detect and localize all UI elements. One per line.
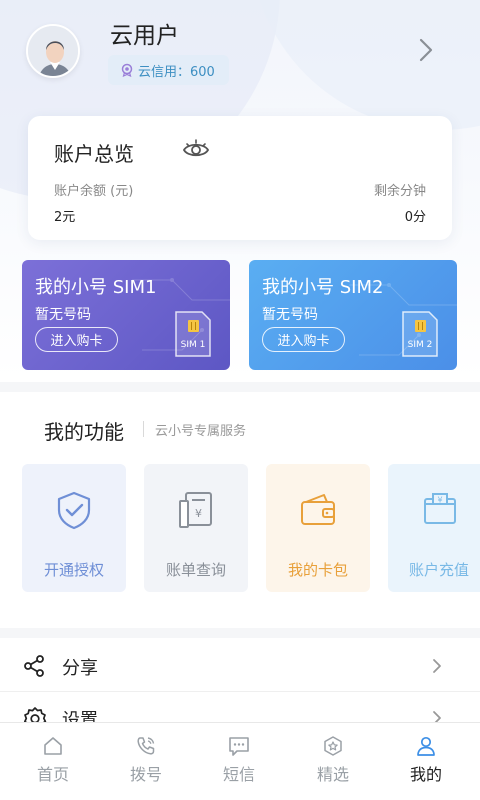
sim2-card[interactable]: 我的小号 SIM2 暂无号码 进入购卡 SIM 2	[249, 260, 457, 370]
profile-chevron-right-icon[interactable]	[418, 38, 434, 66]
svg-text:¥: ¥	[195, 507, 202, 520]
sim1-card[interactable]: 我的小号 SIM1 暂无号码 进入购卡 SIM 1	[22, 260, 230, 370]
chevron-right-icon	[432, 658, 442, 678]
message-icon	[191, 735, 287, 757]
tab-sms-label: 短信	[222, 765, 255, 784]
sim2-buy-button[interactable]: 进入购卡	[262, 327, 345, 352]
bottom-tab-bar: 首页 拨号 短信 精选 我的	[0, 722, 480, 800]
sim1-chip-icon: SIM 1	[174, 310, 212, 362]
recharge-icon: ¥	[388, 490, 480, 530]
shield-check-icon	[22, 490, 126, 530]
section-divider-2	[0, 628, 480, 638]
user-icon	[378, 735, 474, 757]
credit-text: 云信用：600	[138, 64, 215, 80]
function-wallet-label: 我的卡包	[287, 561, 348, 579]
tab-dial-label: 拨号	[129, 765, 162, 784]
sim1-chip-label: SIM 1	[180, 340, 206, 350]
star-badge-icon	[285, 735, 381, 757]
sim2-chip-icon: SIM 2	[401, 310, 439, 362]
sim2-chip-label: SIM 2	[407, 340, 433, 350]
section-divider	[0, 382, 480, 392]
tab-mine[interactable]: 我的	[378, 723, 474, 800]
tab-home[interactable]: 首页	[5, 723, 101, 800]
account-overview-card: 账户总览 账户余额 (元) 2元 剩余分钟 0分	[28, 116, 452, 240]
sim2-status: 暂无号码	[262, 307, 318, 323]
functions-subtitle: 云小号专属服务	[155, 424, 247, 439]
function-bill-label: 账单查询	[165, 561, 226, 579]
balance-label: 账户余额 (元)	[54, 184, 134, 199]
avatar[interactable]	[26, 24, 80, 78]
sim2-title: 我的小号 SIM2	[262, 277, 384, 298]
tab-featured-label: 精选	[316, 765, 349, 784]
overview-title: 账户总览	[54, 142, 134, 166]
tab-mine-label: 我的	[409, 765, 442, 784]
share-icon	[22, 654, 46, 682]
tab-home-label: 首页	[36, 765, 69, 784]
functions-title: 我的功能	[44, 420, 124, 444]
minutes-value: 0分	[404, 210, 426, 225]
menu-share-label: 分享	[62, 658, 98, 679]
balance-value: 2元	[54, 210, 76, 225]
menu-item-share[interactable]: 分享	[0, 640, 480, 692]
svg-text:¥: ¥	[437, 496, 442, 505]
function-recharge-label: 账户充值	[409, 561, 470, 579]
sim1-status: 暂无号码	[35, 307, 91, 323]
medal-icon	[120, 63, 134, 77]
function-recharge[interactable]: ¥ 账户充值	[388, 464, 480, 592]
home-icon	[5, 735, 101, 757]
tab-featured[interactable]: 精选	[285, 723, 381, 800]
wallet-icon	[266, 490, 370, 530]
sim1-buy-button[interactable]: 进入购卡	[35, 327, 118, 352]
function-bill[interactable]: ¥ 账单查询	[144, 464, 248, 592]
bill-icon: ¥	[144, 490, 248, 530]
functions-divider	[143, 421, 144, 437]
phone-icon	[98, 735, 194, 757]
credit-badge[interactable]: 云信用：600	[108, 55, 229, 85]
tab-sms[interactable]: 短信	[191, 723, 287, 800]
minutes-label: 剩余分钟	[373, 184, 426, 199]
tab-dial[interactable]: 拨号	[98, 723, 194, 800]
function-authorize-label: 开通授权	[43, 561, 104, 579]
eye-icon[interactable]	[182, 138, 210, 164]
username: 云用户	[110, 23, 179, 49]
function-wallet[interactable]: 我的卡包	[266, 464, 370, 592]
function-authorize[interactable]: 开通授权	[22, 464, 126, 592]
sim1-title: 我的小号 SIM1	[35, 277, 157, 298]
